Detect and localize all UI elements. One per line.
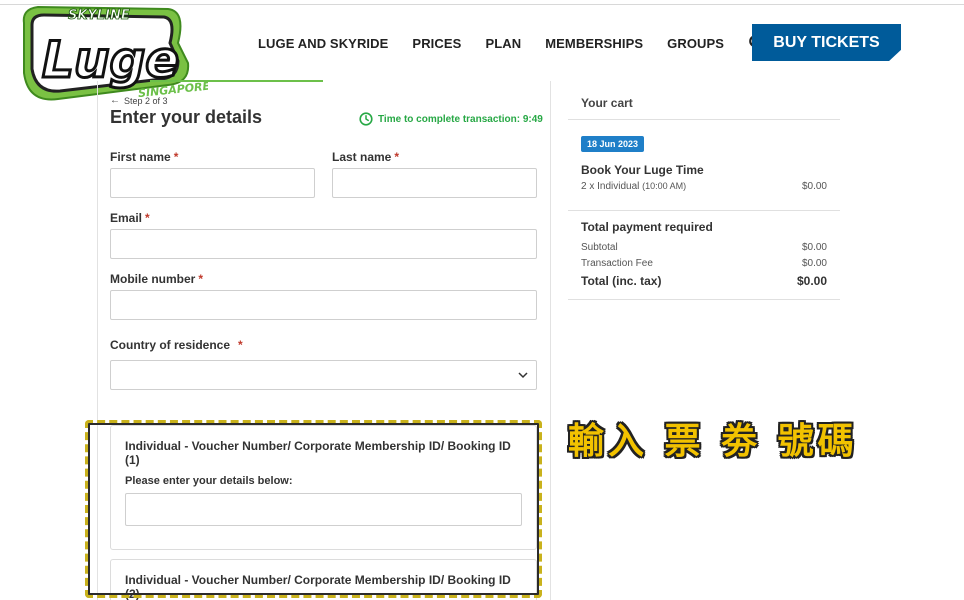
email-field[interactable] bbox=[110, 229, 537, 259]
nav-plan[interactable]: PLAN bbox=[485, 36, 521, 51]
last-name-field[interactable] bbox=[332, 168, 537, 198]
cart-divider bbox=[568, 210, 840, 211]
fee-label: Transaction Fee bbox=[581, 258, 653, 269]
country-label: Country of residence * bbox=[110, 338, 243, 352]
annotation-text: 輸入 票 劵 號碼 bbox=[568, 421, 858, 462]
subtotal-label: Subtotal bbox=[581, 242, 618, 253]
buy-tickets-button[interactable]: BUY TICKETS bbox=[752, 24, 901, 61]
back-arrow-icon[interactable]: ← bbox=[110, 95, 120, 106]
chevron-down-icon bbox=[518, 372, 528, 379]
total-required-heading: Total payment required bbox=[581, 220, 713, 234]
step-text: Step 2 of 3 bbox=[124, 95, 168, 106]
nav-luge-and-skyride[interactable]: LUGE AND SKYRIDE bbox=[258, 36, 388, 51]
nav-groups[interactable]: GROUPS bbox=[667, 36, 724, 51]
fee-value: $0.00 bbox=[801, 258, 827, 269]
voucher-2-title: Individual - Voucher Number/ Corporate M… bbox=[125, 573, 511, 600]
nav-memberships[interactable]: MEMBERSHIPS bbox=[545, 36, 643, 51]
first-name-label: First name * bbox=[110, 150, 179, 164]
clock-icon bbox=[359, 112, 373, 126]
cart-item-line: 2 x Individual (10:00 AM) bbox=[581, 181, 687, 192]
email-label: Email * bbox=[110, 211, 150, 225]
voucher-1-field[interactable] bbox=[125, 493, 522, 526]
cart-divider bbox=[568, 119, 840, 120]
cart-divider bbox=[568, 299, 840, 300]
first-name-field[interactable] bbox=[110, 168, 315, 198]
main-nav: LUGE AND SKYRIDE PRICES PLAN MEMBERSHIPS… bbox=[258, 34, 766, 52]
svg-text:SKYLINE: SKYLINE bbox=[68, 8, 130, 23]
country-select[interactable] bbox=[110, 360, 537, 390]
date-badge: 18 Jun 2023 bbox=[581, 136, 645, 152]
cart-item-title: Book Your Luge Time bbox=[581, 163, 704, 177]
mobile-field[interactable] bbox=[110, 290, 537, 320]
mobile-label: Mobile number * bbox=[110, 272, 204, 286]
total-value: $0.00 bbox=[796, 274, 827, 288]
subtotal-value: $0.00 bbox=[801, 242, 827, 253]
cart-title: Your cart bbox=[581, 96, 633, 110]
voucher-1-prompt: Please enter your details below: bbox=[125, 475, 293, 487]
last-name-label: Last name * bbox=[332, 150, 400, 164]
total-label: Total (inc. tax) bbox=[581, 274, 662, 288]
nav-prices[interactable]: PRICES bbox=[412, 36, 461, 51]
voucher-1-title: Individual - Voucher Number/ Corporate M… bbox=[125, 439, 511, 467]
page-title: Enter your details bbox=[110, 107, 263, 127]
transaction-timer: Time to complete transaction: 9:49 bbox=[359, 112, 543, 126]
step-indicator[interactable]: ← Step 2 of 3 bbox=[110, 95, 168, 106]
timer-text: Time to complete transaction: 9:49 bbox=[378, 113, 543, 125]
cart-item-price: $0.00 bbox=[801, 181, 827, 192]
